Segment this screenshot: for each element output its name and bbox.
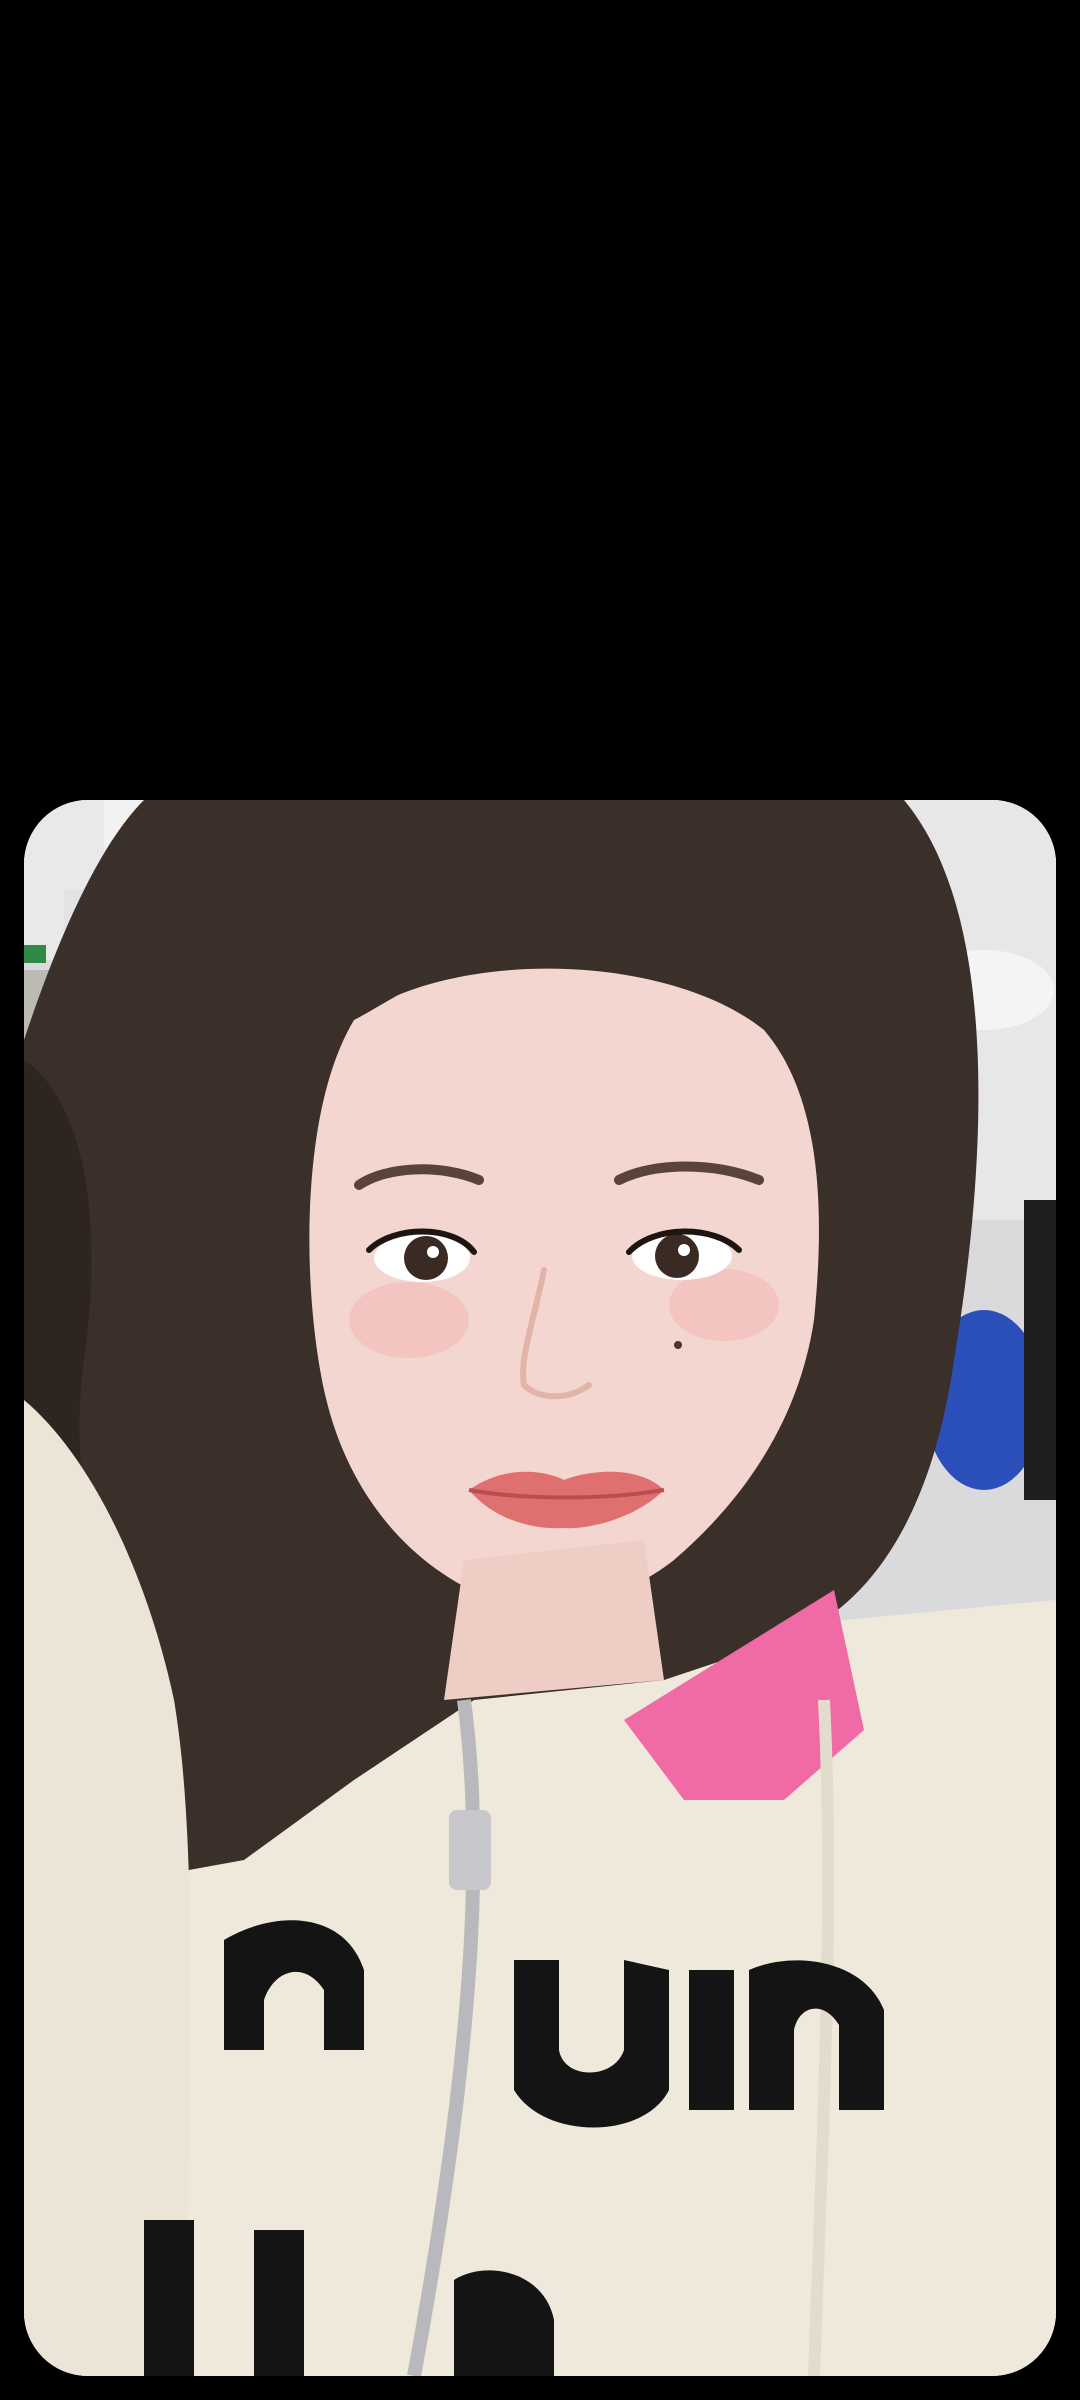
selfie-photo [24,800,1056,2376]
image-viewer-screen [0,0,1080,2400]
photo-display[interactable] [24,800,1056,2376]
